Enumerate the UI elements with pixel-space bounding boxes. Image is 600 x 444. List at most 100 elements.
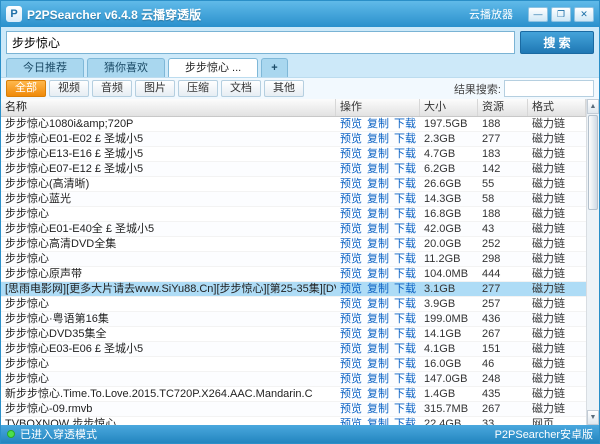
preview-link[interactable]: 预览 — [340, 193, 362, 205]
close-button[interactable]: ✕ — [574, 7, 594, 22]
download-link[interactable]: 下载 — [394, 328, 416, 340]
download-link[interactable]: 下载 — [394, 388, 416, 400]
search-button[interactable]: 搜 索 — [520, 31, 594, 54]
filter-button-1[interactable]: 视频 — [49, 80, 89, 97]
scroll-thumb[interactable] — [588, 115, 598, 210]
preview-link[interactable]: 预览 — [340, 133, 362, 145]
table-row[interactable]: TVBOXNOW 步步惊心预览复制下载22.4GB33网页 — [1, 417, 586, 425]
preview-link[interactable]: 预览 — [340, 253, 362, 265]
preview-link[interactable]: 预览 — [340, 208, 362, 220]
tab-1[interactable]: 猜你喜欢 — [87, 58, 165, 77]
download-link[interactable]: 下载 — [394, 283, 416, 295]
filter-button-4[interactable]: 压缩 — [178, 80, 218, 97]
scroll-track[interactable] — [587, 211, 599, 410]
preview-link[interactable]: 预览 — [340, 403, 362, 415]
table-row[interactable]: [思雨电影网][更多大片请去www.SiYu88.Cn][步步惊心][第25-3… — [1, 282, 586, 297]
preview-link[interactable]: 预览 — [340, 313, 362, 325]
download-link[interactable]: 下载 — [394, 298, 416, 310]
download-link[interactable]: 下载 — [394, 358, 416, 370]
copy-link[interactable]: 复制 — [367, 373, 389, 385]
copy-link[interactable]: 复制 — [367, 403, 389, 415]
preview-link[interactable]: 预览 — [340, 358, 362, 370]
download-link[interactable]: 下载 — [394, 208, 416, 220]
download-link[interactable]: 下载 — [394, 133, 416, 145]
table-row[interactable]: 步步惊心1080i&amp;720P预览复制下载197.5GB188磁力链 — [1, 117, 586, 132]
cloud-player-label[interactable]: 云播放器 — [469, 6, 513, 22]
download-link[interactable]: 下载 — [394, 193, 416, 205]
filter-button-3[interactable]: 图片 — [135, 80, 175, 97]
preview-link[interactable]: 预览 — [340, 283, 362, 295]
scroll-up-icon[interactable]: ▲ — [587, 99, 599, 114]
copy-link[interactable]: 复制 — [367, 283, 389, 295]
copy-link[interactable]: 复制 — [367, 163, 389, 175]
copy-link[interactable]: 复制 — [367, 148, 389, 160]
table-row[interactable]: 步步惊心预览复制下载3.9GB257磁力链 — [1, 297, 586, 312]
table-row[interactable]: 步步惊心E07-E12 £ 圣城小5预览复制下载6.2GB142磁力链 — [1, 162, 586, 177]
scrollbar[interactable]: ▲ ▼ — [586, 99, 599, 425]
copy-link[interactable]: 复制 — [367, 118, 389, 130]
copy-link[interactable]: 复制 — [367, 268, 389, 280]
table-row[interactable]: 步步惊心E13-E16 £ 圣城小5预览复制下载4.7GB183磁力链 — [1, 147, 586, 162]
table-row[interactable]: 步步惊心高清DVD全集预览复制下载20.0GB252磁力链 — [1, 237, 586, 252]
download-link[interactable]: 下载 — [394, 223, 416, 235]
copy-link[interactable]: 复制 — [367, 238, 389, 250]
result-search-input[interactable] — [504, 80, 594, 97]
download-link[interactable]: 下载 — [394, 313, 416, 325]
add-tab-button[interactable]: + — [261, 58, 287, 77]
table-row[interactable]: 步步惊心E01-E40全 £ 圣城小5预览复制下载42.0GB43磁力链 — [1, 222, 586, 237]
table-row[interactable]: 步步惊心DVD35集全预览复制下载14.1GB267磁力链 — [1, 327, 586, 342]
copy-link[interactable]: 复制 — [367, 343, 389, 355]
download-link[interactable]: 下载 — [394, 178, 416, 190]
copy-link[interactable]: 复制 — [367, 328, 389, 340]
copy-link[interactable]: 复制 — [367, 133, 389, 145]
download-link[interactable]: 下载 — [394, 343, 416, 355]
preview-link[interactable]: 预览 — [340, 223, 362, 235]
filter-button-5[interactable]: 文档 — [221, 80, 261, 97]
copy-link[interactable]: 复制 — [367, 313, 389, 325]
preview-link[interactable]: 预览 — [340, 178, 362, 190]
scroll-down-icon[interactable]: ▼ — [587, 410, 599, 425]
table-row[interactable]: 步步惊心蓝光预览复制下载14.3GB58磁力链 — [1, 192, 586, 207]
filter-button-0[interactable]: 全部 — [6, 80, 46, 97]
download-link[interactable]: 下载 — [394, 418, 416, 425]
filter-button-6[interactable]: 其他 — [264, 80, 304, 97]
table-row[interactable]: 步步惊心预览复制下载16.8GB188磁力链 — [1, 207, 586, 222]
copy-link[interactable]: 复制 — [367, 418, 389, 425]
download-link[interactable]: 下载 — [394, 268, 416, 280]
search-input[interactable] — [6, 31, 515, 54]
preview-link[interactable]: 预览 — [340, 328, 362, 340]
table-row[interactable]: 步步惊心(高清晰)预览复制下载26.6GB55磁力链 — [1, 177, 586, 192]
table-row[interactable]: 步步惊心E01-E02 £ 圣城小5预览复制下载2.3GB277磁力链 — [1, 132, 586, 147]
download-link[interactable]: 下载 — [394, 238, 416, 250]
preview-link[interactable]: 预览 — [340, 148, 362, 160]
preview-link[interactable]: 预览 — [340, 118, 362, 130]
download-link[interactable]: 下载 — [394, 373, 416, 385]
download-link[interactable]: 下载 — [394, 163, 416, 175]
tab-0[interactable]: 今日推荐 — [6, 58, 84, 77]
copy-link[interactable]: 复制 — [367, 223, 389, 235]
download-link[interactable]: 下载 — [394, 403, 416, 415]
preview-link[interactable]: 预览 — [340, 298, 362, 310]
preview-link[interactable]: 预览 — [340, 268, 362, 280]
preview-link[interactable]: 预览 — [340, 238, 362, 250]
table-row[interactable]: 步步惊心原声带预览复制下载104.0MB444磁力链 — [1, 267, 586, 282]
preview-link[interactable]: 预览 — [340, 418, 362, 425]
header-format[interactable]: 格式 — [528, 99, 586, 116]
header-name[interactable]: 名称 — [1, 99, 336, 116]
copy-link[interactable]: 复制 — [367, 298, 389, 310]
table-row[interactable]: 步步惊心预览复制下载16.0GB46磁力链 — [1, 357, 586, 372]
table-row[interactable]: 步步惊心预览复制下载11.2GB298磁力链 — [1, 252, 586, 267]
copy-link[interactable]: 复制 — [367, 193, 389, 205]
table-row[interactable]: 步步惊心·粤语第16集预览复制下载199.0MB436磁力链 — [1, 312, 586, 327]
table-row[interactable]: 步步惊心-09.rmvb预览复制下载315.7MB267磁力链 — [1, 402, 586, 417]
copy-link[interactable]: 复制 — [367, 358, 389, 370]
copy-link[interactable]: 复制 — [367, 178, 389, 190]
header-actions[interactable]: 操作 — [336, 99, 420, 116]
copy-link[interactable]: 复制 — [367, 208, 389, 220]
preview-link[interactable]: 预览 — [340, 163, 362, 175]
android-version-link[interactable]: P2PSearcher安卓版 — [495, 426, 593, 442]
table-row[interactable]: 步步惊心预览复制下载147.0GB248磁力链 — [1, 372, 586, 387]
header-resources[interactable]: 资源 — [478, 99, 528, 116]
download-link[interactable]: 下载 — [394, 253, 416, 265]
download-link[interactable]: 下载 — [394, 118, 416, 130]
